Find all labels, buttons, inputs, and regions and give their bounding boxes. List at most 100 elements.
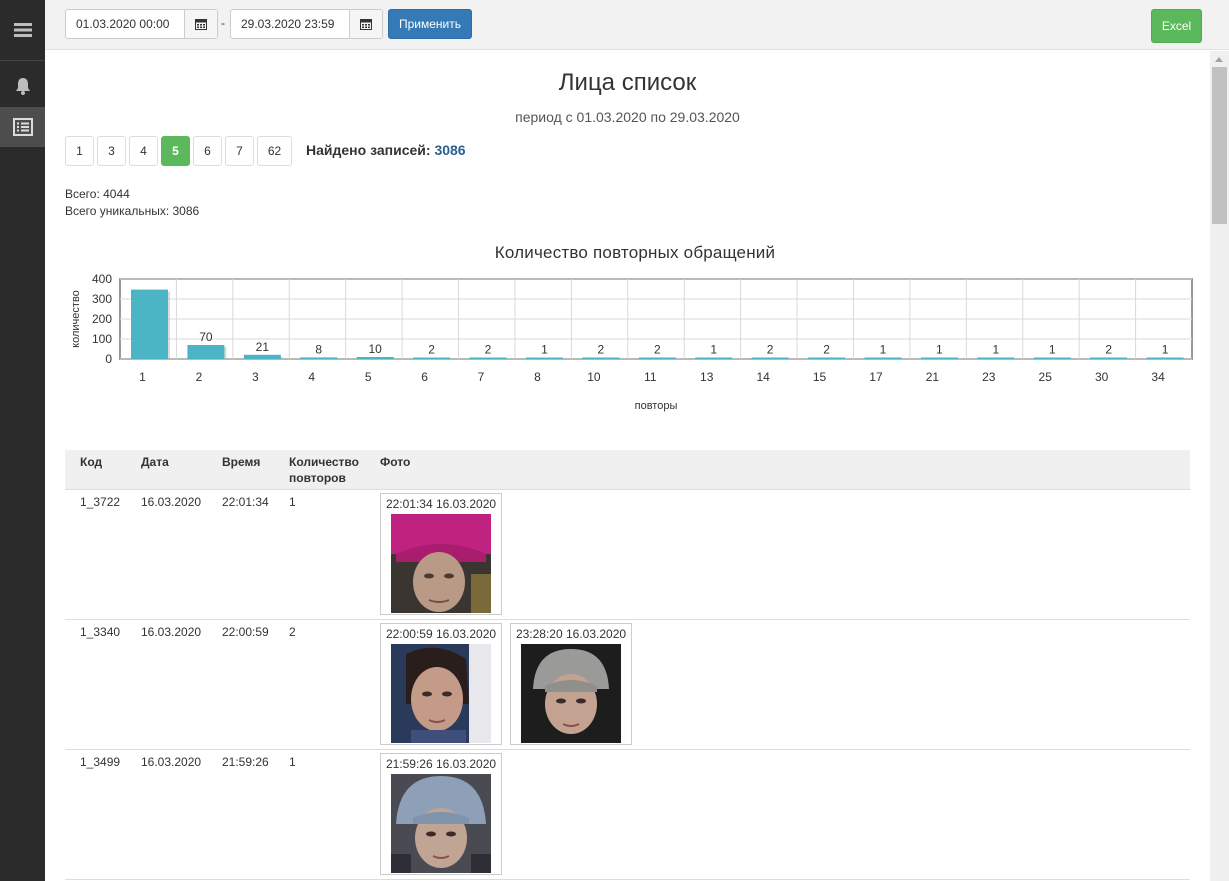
cell-code: 1_3722	[80, 495, 121, 509]
date-to-calendar-button[interactable]	[349, 10, 382, 38]
data-label: 2	[823, 343, 830, 357]
data-label: 8	[315, 342, 322, 356]
data-label: 2	[1105, 343, 1112, 357]
date-to-group	[230, 9, 383, 39]
total-count: Всего: 4044	[65, 187, 130, 201]
page-button-6[interactable]: 6	[193, 136, 222, 166]
face-photo[interactable]	[391, 774, 491, 873]
cell-time: 22:00:59	[222, 625, 269, 639]
bar	[187, 345, 225, 359]
cell-date: 16.03.2020	[141, 755, 202, 769]
page-button-62[interactable]: 62	[257, 136, 292, 166]
data-label: 1	[1162, 343, 1169, 357]
page-subtitle: период с 01.03.2020 по 29.03.2020	[515, 109, 740, 125]
apply-button[interactable]: Применить	[388, 9, 472, 39]
bar	[525, 357, 563, 359]
bell-icon	[15, 78, 30, 95]
page-button-4[interactable]: 4	[129, 136, 158, 166]
bar	[469, 357, 507, 359]
face-photo[interactable]	[391, 514, 491, 613]
sidebar-item-notifications[interactable]	[0, 66, 45, 106]
x-tick-label: 34	[1151, 370, 1165, 384]
bar	[977, 357, 1015, 359]
x-tick-label: 6	[421, 370, 428, 384]
header-count: Количество повторов	[289, 454, 359, 486]
y-tick-label: 300	[92, 292, 112, 306]
pagination: 1 3 4 5 6 7 62	[65, 136, 295, 166]
header-date: Дата	[141, 455, 169, 469]
x-tick-label: 30	[1095, 370, 1109, 384]
y-tick-label: 200	[92, 312, 112, 326]
data-label: 1	[936, 343, 943, 357]
cell-count: 2	[289, 625, 296, 639]
x-tick-label: 21	[926, 370, 940, 384]
header-photo: Фото	[380, 455, 411, 469]
bar	[300, 357, 338, 359]
data-label: 2	[485, 343, 492, 357]
x-tick-label: 13	[700, 370, 714, 384]
excel-export-button[interactable]: Excel	[1151, 9, 1202, 43]
data-label: 1	[1049, 343, 1056, 357]
data-label: 2	[767, 343, 774, 357]
photo-caption: 23:28:20 16.03.2020	[515, 627, 627, 641]
face-photo-card[interactable]: 21:59:26 16.03.2020	[380, 753, 502, 875]
face-photo-card[interactable]: 22:01:34 16.03.2020	[380, 493, 502, 615]
bar	[1146, 357, 1184, 359]
sidebar-menu-toggle[interactable]	[0, 10, 45, 50]
data-label: 2	[428, 343, 435, 357]
x-tick-label: 4	[308, 370, 315, 384]
menu-icon	[13, 23, 32, 37]
y-tick-label: 100	[92, 332, 112, 346]
x-tick-label: 15	[813, 370, 827, 384]
y-axis-label: количество	[70, 290, 82, 348]
faces-table: Код Дата Время Количество повторов Фото …	[65, 450, 1190, 880]
cell-count: 1	[289, 755, 296, 769]
unique-count: Всего уникальных: 3086	[65, 204, 200, 218]
data-label: 70	[199, 330, 213, 344]
table-row: 1_3722 16.03.2020 22:01:34 1 22:01:34 16…	[65, 490, 1190, 620]
x-axis-label: повторы	[635, 400, 678, 412]
scroll-up-icon[interactable]	[1215, 57, 1223, 62]
x-tick-label: 7	[478, 370, 485, 384]
sidebar-item-list[interactable]	[0, 107, 45, 147]
vertical-scrollbar[interactable]	[1210, 51, 1229, 881]
bar	[864, 357, 902, 359]
page-button-3[interactable]: 3	[97, 136, 126, 166]
cell-code: 1_3499	[80, 755, 121, 769]
x-tick-label: 10	[587, 370, 601, 384]
page-title: Лица список	[558, 69, 697, 96]
bar	[356, 357, 394, 359]
data-label: 2	[654, 343, 661, 357]
bar	[751, 357, 789, 359]
x-tick-label: 2	[196, 370, 203, 384]
main-content: Лица список период с 01.03.2020 по 29.03…	[45, 51, 1210, 881]
date-to-input[interactable]	[231, 10, 349, 38]
face-photo[interactable]	[521, 644, 621, 743]
x-tick-label: 5	[365, 370, 372, 384]
data-label: 21	[256, 340, 270, 354]
page-button-7[interactable]: 7	[225, 136, 254, 166]
table-row: 1_3499 16.03.2020 21:59:26 1 21:59:26 16…	[65, 750, 1190, 880]
y-tick-label: 400	[92, 272, 112, 286]
data-label: 10	[369, 342, 383, 356]
face-photo-card[interactable]: 23:28:20 16.03.2020	[510, 623, 632, 745]
scrollbar-thumb[interactable]	[1212, 67, 1227, 224]
data-label: 1	[541, 343, 548, 357]
face-photo[interactable]	[391, 644, 491, 743]
cell-date: 16.03.2020	[141, 495, 202, 509]
data-label: 1	[992, 343, 999, 357]
data-label: 2	[598, 343, 605, 357]
calendar-icon	[195, 19, 207, 30]
list-icon	[12, 118, 33, 136]
page-button-5-active[interactable]: 5	[161, 136, 190, 166]
calendar-icon	[360, 19, 372, 30]
x-tick-label: 25	[1039, 370, 1053, 384]
found-count: 3086	[434, 142, 466, 158]
header-count-line1: Количество	[289, 455, 359, 469]
bar	[695, 357, 733, 359]
date-from-input[interactable]	[66, 10, 184, 38]
page-button-1[interactable]: 1	[65, 136, 94, 166]
date-from-calendar-button[interactable]	[184, 10, 217, 38]
face-photo-card[interactable]: 22:00:59 16.03.2020	[380, 623, 502, 745]
cell-code: 1_3340	[80, 625, 121, 639]
